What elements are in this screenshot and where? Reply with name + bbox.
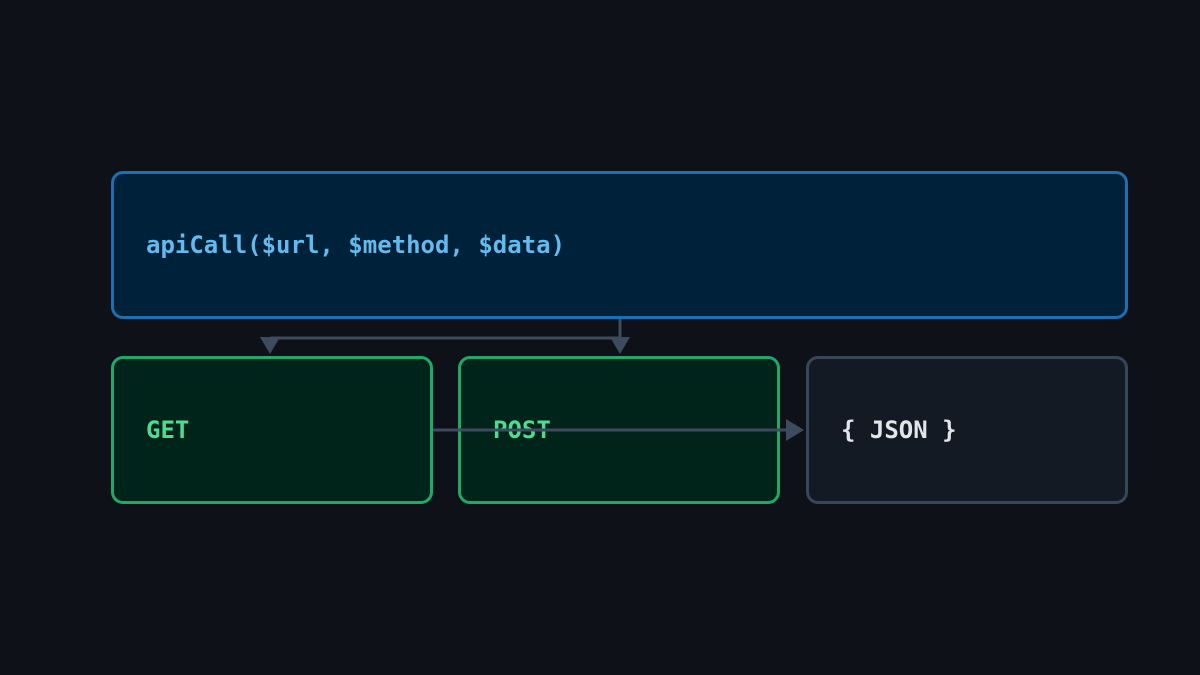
api-call-label: apiCall($url, $method, $data) — [146, 231, 566, 259]
api-call-node: apiCall($url, $method, $data) — [111, 171, 1128, 319]
connectors — [260, 319, 804, 441]
json-node: { JSON } — [806, 356, 1128, 504]
arrowhead-post — [610, 337, 630, 354]
post-node: POST — [458, 356, 780, 504]
diagram-canvas: apiCall($url, $method, $data) GET POST {… — [0, 0, 1200, 675]
get-node: GET — [111, 356, 433, 504]
get-label: GET — [146, 416, 190, 444]
json-label: { JSON } — [841, 416, 957, 444]
arrowhead-json — [786, 419, 804, 441]
arrowhead-get — [260, 337, 280, 354]
post-label: POST — [493, 416, 551, 444]
